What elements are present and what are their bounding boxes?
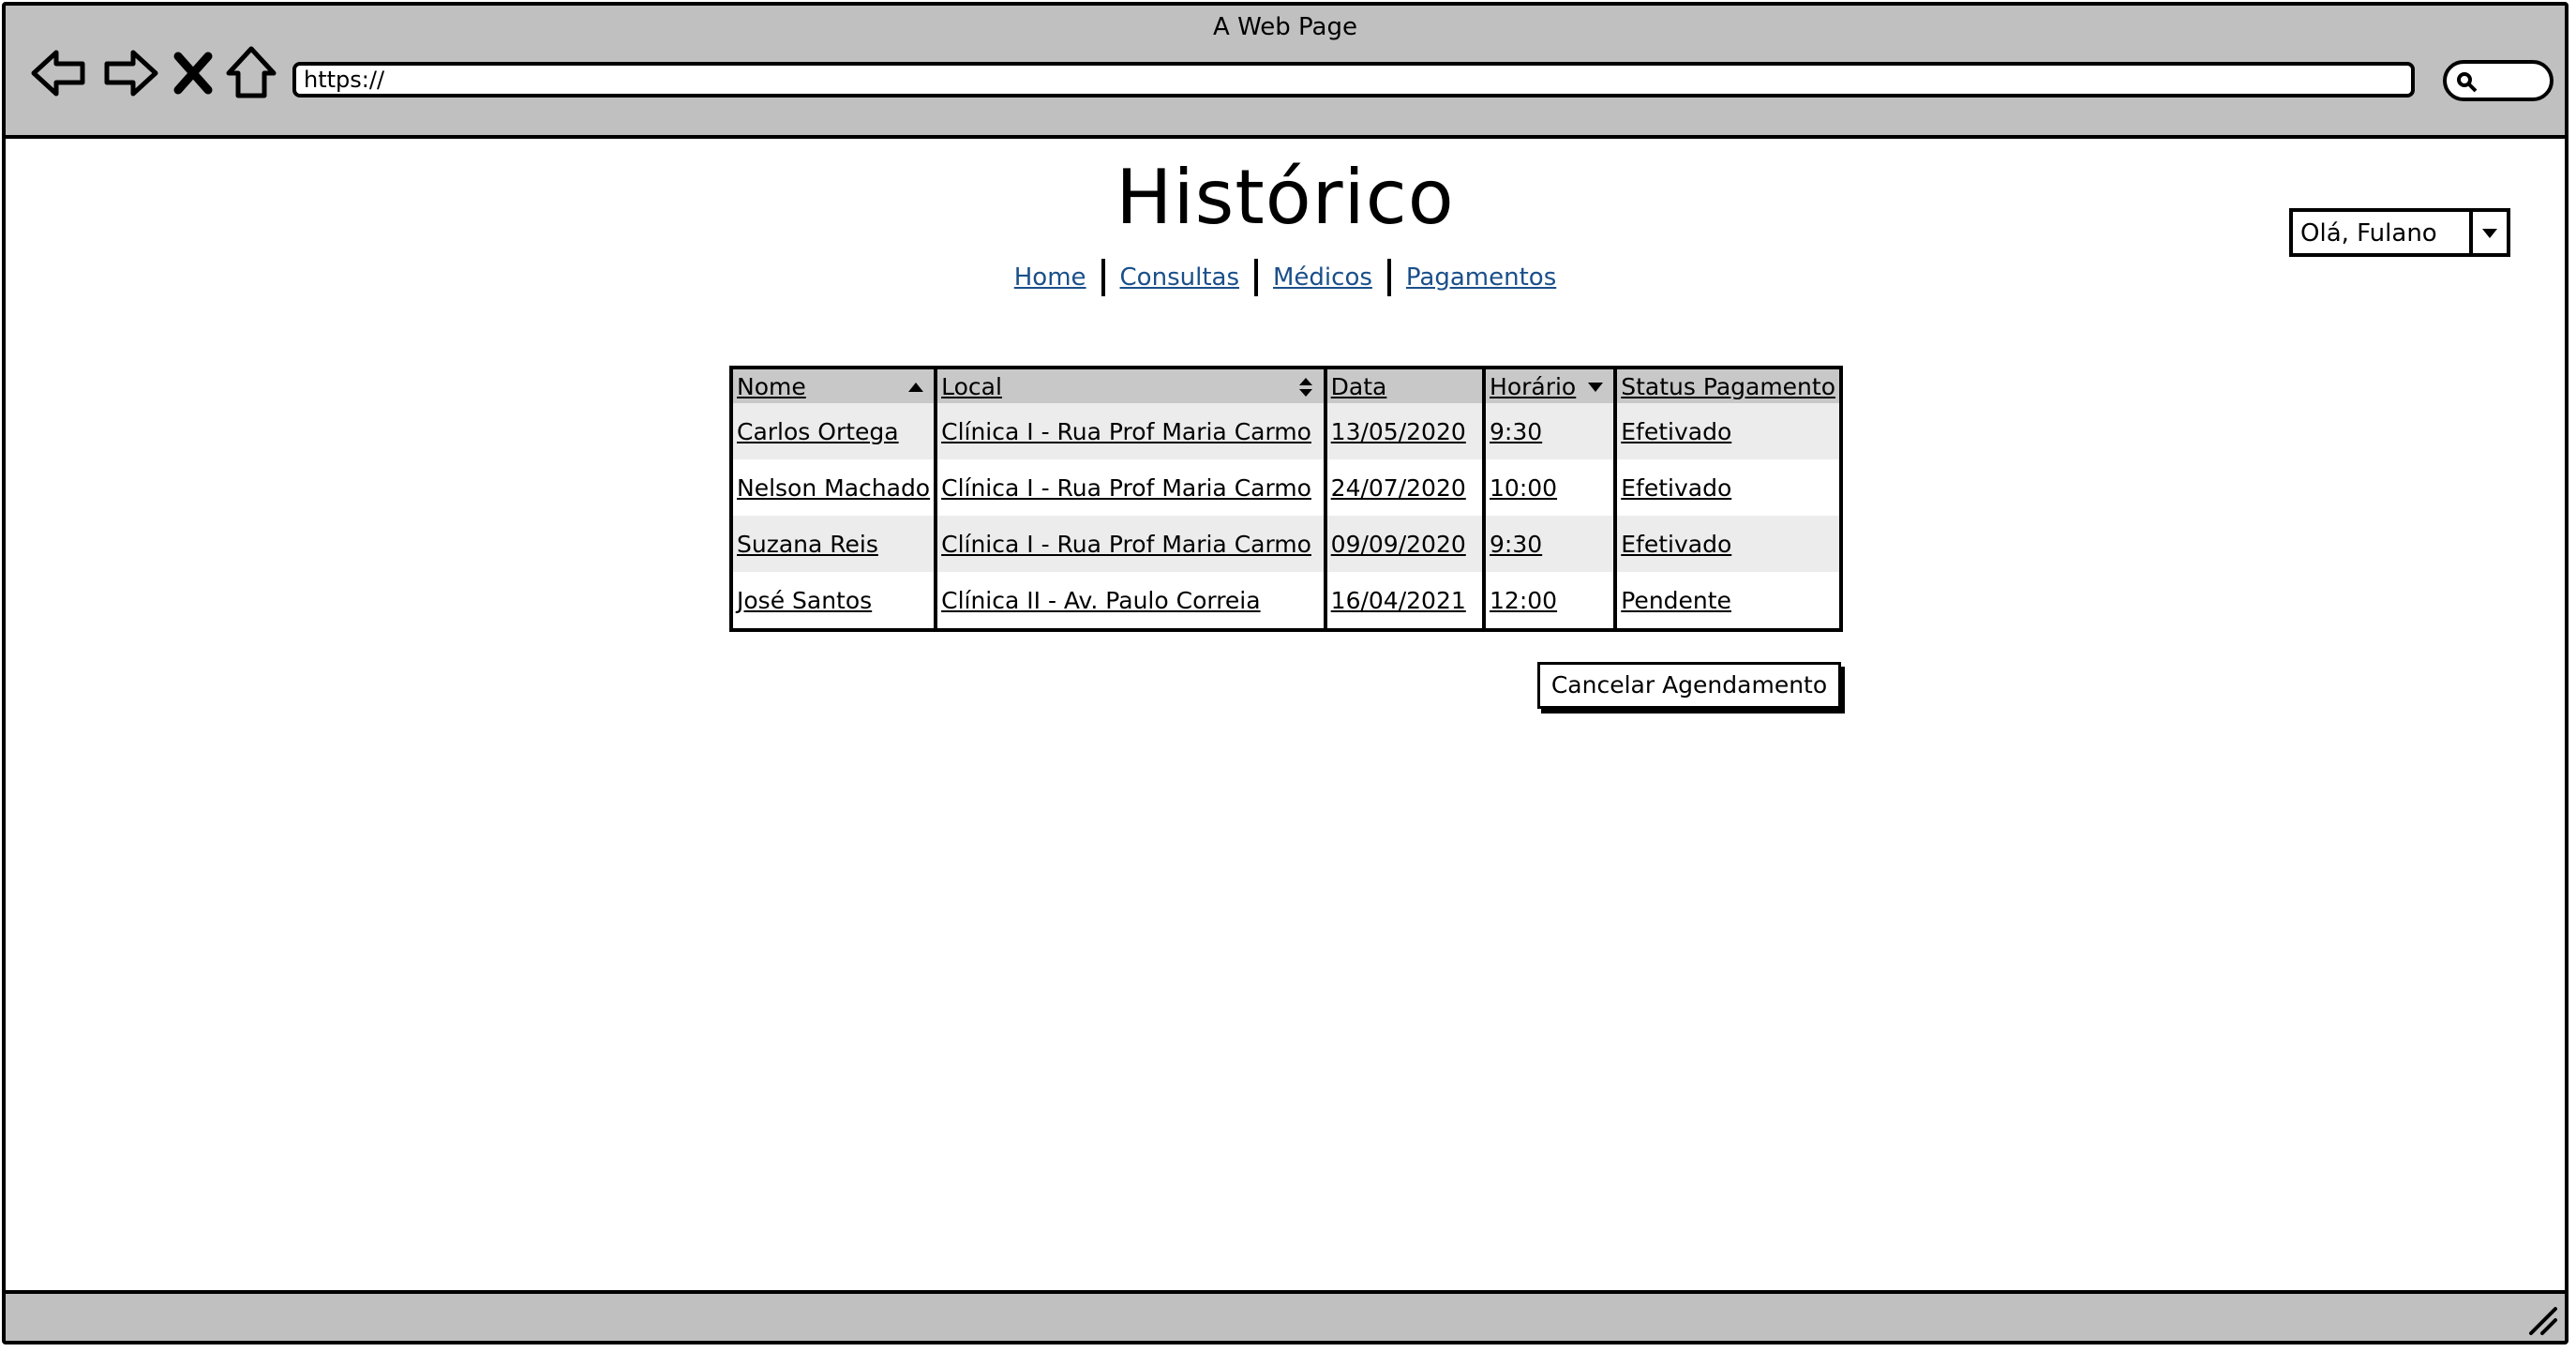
resize-grip-icon[interactable]	[2525, 1303, 2559, 1337]
cancel-appointment-button[interactable]: Cancelar Agendamento	[1537, 662, 1841, 709]
cell-nome[interactable]: Nelson Machado	[733, 459, 936, 516]
window-title: A Web Page	[1213, 13, 1357, 41]
cell-local[interactable]: Clínica I - Rua Prof Maria Carmo	[934, 516, 1325, 572]
sort-both-icon[interactable]	[1295, 377, 1316, 398]
column-header-data[interactable]: Data	[1323, 369, 1485, 403]
history-table: Nome Local Data Horário Status Pagamento	[729, 366, 1843, 632]
browser-toolbar: A Web Page https://	[6, 6, 2565, 139]
column-header-horario[interactable]: Horário	[1482, 369, 1616, 403]
nav-link-medicos[interactable]: Médicos	[1258, 263, 1387, 292]
column-header-local[interactable]: Local	[934, 369, 1325, 403]
back-arrow-icon[interactable]	[30, 43, 90, 103]
table-row[interactable]: José Santos Clínica II - Av. Paulo Corre…	[733, 572, 1839, 628]
main-nav: Home Consultas Médicos Pagamentos	[6, 259, 2565, 296]
sort-desc-icon[interactable]	[1585, 377, 1606, 398]
cell-status[interactable]: Efetivado	[1613, 516, 1839, 572]
cell-status[interactable]: Pendente	[1613, 572, 1839, 628]
cell-data[interactable]: 16/04/2021	[1323, 572, 1485, 628]
cell-nome[interactable]: José Santos	[733, 572, 936, 628]
user-menu-label: Olá, Fulano	[2300, 219, 2437, 248]
close-icon[interactable]	[169, 43, 217, 103]
cell-horario[interactable]: 12:00	[1482, 572, 1616, 628]
cell-data[interactable]: 24/07/2020	[1323, 459, 1485, 516]
column-header-status-pagamento[interactable]: Status Pagamento	[1613, 369, 1839, 403]
browser-search-input[interactable]	[2443, 60, 2554, 101]
chevron-down-icon[interactable]	[2469, 212, 2507, 253]
cell-nome[interactable]: Carlos Ortega	[733, 403, 936, 459]
column-header-nome[interactable]: Nome	[733, 369, 936, 403]
cell-data[interactable]: 13/05/2020	[1323, 403, 1485, 459]
cell-status[interactable]: Efetivado	[1613, 459, 1839, 516]
cell-local[interactable]: Clínica II - Av. Paulo Correia	[934, 572, 1325, 628]
url-input[interactable]: https://	[292, 62, 2415, 98]
cell-horario[interactable]: 9:30	[1482, 403, 1616, 459]
nav-link-pagamentos[interactable]: Pagamentos	[1391, 263, 1571, 292]
cell-data[interactable]: 09/09/2020	[1323, 516, 1485, 572]
page-title: Histórico	[1116, 154, 1455, 241]
status-bar	[6, 1290, 2565, 1341]
cell-local[interactable]: Clínica I - Rua Prof Maria Carmo	[934, 403, 1325, 459]
table-row[interactable]: Nelson Machado Clínica I - Rua Prof Mari…	[733, 459, 1839, 516]
cell-nome[interactable]: Suzana Reis	[733, 516, 936, 572]
cell-status[interactable]: Efetivado	[1613, 403, 1839, 459]
table-row[interactable]: Carlos Ortega Clínica I - Rua Prof Maria…	[733, 403, 1839, 459]
browser-window: A Web Page https:// Histórico Home Consul…	[2, 2, 2569, 1344]
table-header-row: Nome Local Data Horário Status Pagamento	[733, 369, 1839, 403]
sort-asc-icon[interactable]	[906, 377, 926, 398]
nav-link-consultas[interactable]: Consultas	[1105, 263, 1254, 292]
cell-horario[interactable]: 9:30	[1482, 516, 1616, 572]
cell-horario[interactable]: 10:00	[1482, 459, 1616, 516]
nav-separator	[1101, 259, 1105, 296]
cell-local[interactable]: Clínica I - Rua Prof Maria Carmo	[934, 459, 1325, 516]
nav-link-home[interactable]: Home	[999, 263, 1101, 292]
table-row[interactable]: Suzana Reis Clínica I - Rua Prof Maria C…	[733, 516, 1839, 572]
home-icon[interactable]	[221, 43, 281, 103]
user-menu-select[interactable]: Olá, Fulano	[2289, 208, 2510, 257]
search-icon	[2457, 72, 2478, 93]
forward-arrow-icon[interactable]	[99, 43, 159, 103]
